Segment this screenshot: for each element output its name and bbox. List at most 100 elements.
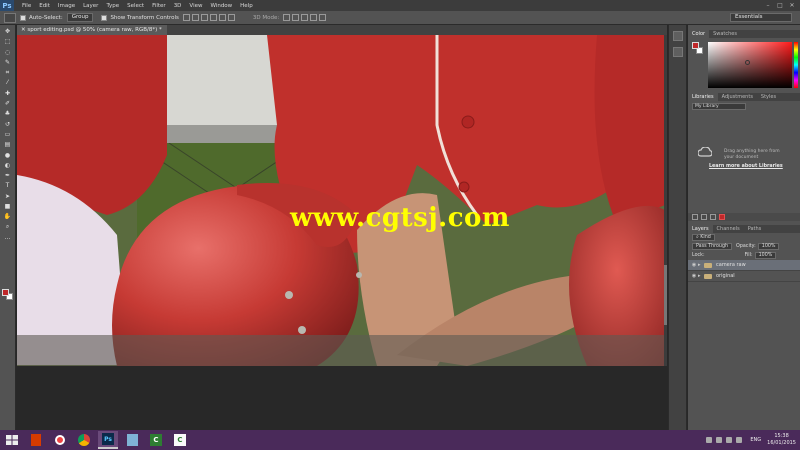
taskbar-camtasia-icon[interactable]: C <box>146 431 166 449</box>
taskbar-camtasia-recorder-icon[interactable]: C <box>170 431 190 449</box>
history-panel-icon[interactable] <box>672 31 683 41</box>
learn-libraries-link[interactable]: Learn more about Libraries <box>709 164 783 169</box>
type-tool-icon[interactable]: T <box>3 182 13 189</box>
3d-roll-icon[interactable] <box>292 14 300 21</box>
tab-paths[interactable]: Paths <box>744 225 766 233</box>
color-picker-cursor[interactable] <box>745 60 750 65</box>
start-button[interactable] <box>0 430 24 450</box>
menu-view[interactable]: View <box>185 3 206 9</box>
menu-help[interactable]: Help <box>236 3 257 9</box>
move-tool-icon[interactable]: ✥ <box>3 28 13 35</box>
fill-input[interactable]: 100% <box>754 252 777 259</box>
align-top-icon[interactable] <box>182 14 190 21</box>
vertical-scrollbar[interactable] <box>664 35 667 366</box>
lock-label: Lock: <box>692 253 705 258</box>
tray-volume-icon[interactable] <box>726 437 733 443</box>
pen-tool-icon[interactable]: ✒ <box>3 172 13 179</box>
gradient-tool-icon[interactable]: ▤ <box>3 141 13 148</box>
add-color-icon[interactable] <box>719 214 725 220</box>
blend-mode-dropdown[interactable]: Pass Through <box>692 243 733 250</box>
taskbar-photoshop-icon[interactable]: Ps <box>98 431 118 449</box>
minimize-button[interactable]: – <box>762 0 774 11</box>
layer-camera-raw[interactable]: ◉ ▸ camera raw <box>688 260 800 271</box>
color-picker-field[interactable] <box>708 42 792 88</box>
blur-tool-icon[interactable]: ● <box>3 152 13 159</box>
crop-tool-icon[interactable]: ⌗ <box>3 69 13 76</box>
tray-flag-icon[interactable] <box>736 437 743 443</box>
healing-tool-icon[interactable]: ✚ <box>3 90 13 97</box>
move-tool-preset-icon[interactable] <box>4 12 16 23</box>
dodge-tool-icon[interactable]: ◐ <box>3 162 13 169</box>
align-middle-icon[interactable] <box>191 14 199 21</box>
menu-3d[interactable]: 3D <box>170 3 186 9</box>
tab-libraries[interactable]: Libraries <box>688 93 718 101</box>
close-button[interactable]: ✕ <box>786 0 798 11</box>
quick-select-tool-icon[interactable]: ✎ <box>3 59 13 66</box>
foreground-color-swatch[interactable] <box>2 289 9 296</box>
hue-slider[interactable] <box>794 42 798 88</box>
tab-color[interactable]: Color <box>688 30 710 38</box>
3d-pan-icon[interactable] <box>301 14 309 21</box>
clock[interactable]: 15:38 16/01/2015 <box>767 433 796 447</box>
tray-network-icon[interactable] <box>716 437 723 443</box>
lasso-tool-icon[interactable]: ◌ <box>3 49 13 56</box>
libraries-panel-tabs: Libraries Adjustments Styles <box>688 93 800 101</box>
taskbar-files-icon[interactable] <box>122 431 142 449</box>
foreground-color-chip[interactable] <box>692 42 699 49</box>
layer-original[interactable]: ◉ ▸ original <box>688 271 800 282</box>
menu-file[interactable]: File <box>18 3 35 9</box>
kind-filter-dropdown[interactable]: ⌕ Kind <box>692 234 715 241</box>
menu-type[interactable]: Type <box>102 3 123 9</box>
visibility-eye-icon[interactable]: ◉ <box>690 273 698 279</box>
menu-image[interactable]: Image <box>54 3 79 9</box>
tray-up-arrow-icon[interactable] <box>706 437 713 443</box>
3d-slide-icon[interactable] <box>310 14 318 21</box>
language-indicator[interactable]: ENG <box>750 437 761 443</box>
stamp-tool-icon[interactable]: ♣ <box>3 110 13 117</box>
align-bottom-icon[interactable] <box>200 14 208 21</box>
taskbar-office-icon[interactable] <box>26 431 46 449</box>
zoom-tool-icon[interactable]: ⌕ <box>3 223 13 231</box>
transform-controls-checkbox[interactable] <box>101 14 108 21</box>
tab-swatches[interactable]: Swatches <box>709 30 741 38</box>
menu-window[interactable]: Window <box>206 3 236 9</box>
history-brush-tool-icon[interactable]: ↺ <box>3 121 13 128</box>
maximize-button[interactable]: □ <box>774 0 786 11</box>
hand-tool-icon[interactable]: ✋ <box>3 213 13 220</box>
shape-tool-icon[interactable]: ■ <box>3 203 13 210</box>
menu-edit[interactable]: Edit <box>35 3 54 9</box>
more-tools-icon[interactable]: … <box>3 234 13 241</box>
library-dropdown[interactable]: My Library <box>692 103 746 110</box>
eraser-tool-icon[interactable]: ▭ <box>3 131 13 138</box>
auto-select-checkbox[interactable] <box>20 14 26 21</box>
eyedropper-tool-icon[interactable]: ⁄ <box>3 79 13 86</box>
menu-layer[interactable]: Layer <box>79 3 102 9</box>
menu-select[interactable]: Select <box>123 3 148 9</box>
scrollbar-thumb[interactable] <box>664 265 667 325</box>
auto-select-dropdown[interactable]: Group <box>66 13 94 22</box>
tab-adjustments[interactable]: Adjustments <box>718 93 757 101</box>
menu-filter[interactable]: Filter <box>148 3 170 9</box>
tab-channels[interactable]: Channels <box>713 225 744 233</box>
taskbar-chrome-icon[interactable] <box>74 431 94 449</box>
path-select-tool-icon[interactable]: ➤ <box>3 193 13 200</box>
workspace-dropdown[interactable]: Essentials <box>730 13 792 22</box>
document-tab[interactable]: ✕ sport editing.psd @ 50% (camera raw, R… <box>17 25 167 35</box>
visibility-eye-icon[interactable]: ◉ <box>690 262 698 268</box>
document-image[interactable] <box>17 35 665 366</box>
3d-scale-icon[interactable] <box>319 14 327 21</box>
opacity-input[interactable]: 100% <box>757 243 780 250</box>
3d-rotate-icon[interactable] <box>283 14 291 21</box>
align-left-icon[interactable] <box>209 14 217 21</box>
tab-layers[interactable]: Layers <box>688 225 713 233</box>
properties-panel-icon[interactable] <box>672 47 683 57</box>
marquee-tool-icon[interactable]: ⬚ <box>3 38 13 45</box>
add-style-icon[interactable] <box>710 214 716 220</box>
taskbar-app-icon[interactable] <box>50 431 70 449</box>
align-right-icon[interactable] <box>227 14 235 21</box>
add-text-icon[interactable] <box>701 214 707 220</box>
brush-tool-icon[interactable]: ✐ <box>3 100 13 107</box>
align-center-icon[interactable] <box>218 14 226 21</box>
add-graphic-icon[interactable] <box>692 214 698 220</box>
tab-styles[interactable]: Styles <box>757 93 780 101</box>
